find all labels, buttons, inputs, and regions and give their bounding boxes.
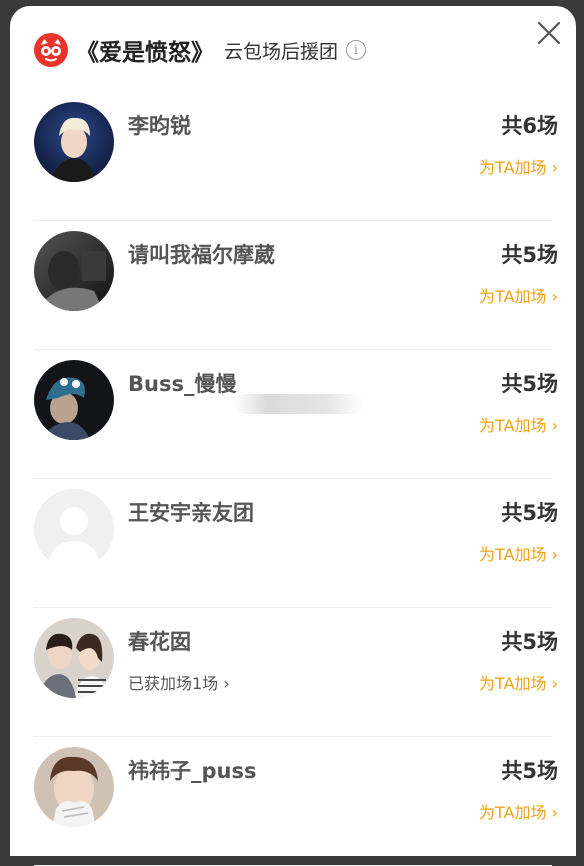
added-screenings-link[interactable]: 已获加场1场 ›: [128, 670, 230, 694]
add-screening-link[interactable]: 为TA加场 ›: [479, 541, 558, 565]
screening-count: 共5场: [501, 501, 558, 525]
close-icon[interactable]: [536, 20, 562, 46]
add-screening-link[interactable]: 为TA加场 ›: [479, 283, 558, 307]
screening-count: 共6场: [501, 114, 558, 138]
add-screening-link[interactable]: 为TA加场 ›: [479, 154, 558, 178]
list-item[interactable]: 春花囡 已获加场1场 › 共5场 为TA加场 ›: [10, 608, 576, 737]
avatar: [34, 102, 114, 182]
maoyan-cat-logo-icon: [34, 33, 68, 67]
film-title: 《爱是愤怒》: [76, 40, 214, 66]
screening-count: 共5场: [501, 759, 558, 783]
default-avatar: [34, 489, 114, 569]
supporter-name: 祎祎子_puss: [128, 759, 257, 783]
list-item[interactable]: 李昀锐 共6场 为TA加场 ›: [10, 92, 576, 221]
avatar: [34, 231, 114, 311]
list-item[interactable]: 王安宇亲友团 共5场 为TA加场 ›: [10, 479, 576, 608]
add-screening-link[interactable]: 为TA加场 ›: [479, 799, 558, 823]
avatar: [34, 747, 114, 827]
sheet-subtitle: 云包场后援团: [224, 40, 339, 63]
info-icon[interactable]: i: [346, 40, 367, 60]
supporters-sheet: 《爱是愤怒》 云包场后援团 i 李昀锐 共6场 为TA加场 › 请叫我福尔摩葳 …: [10, 6, 576, 866]
list-item[interactable]: Buss_慢慢 共5场 为TA加场 ›: [10, 350, 576, 479]
avatar: [34, 618, 114, 698]
supporter-name: 请叫我福尔摩葳: [128, 243, 275, 267]
screening-count: 共5场: [501, 243, 558, 267]
avatar: [34, 360, 114, 440]
list-item[interactable]: 请叫我福尔摩葳 共5场 为TA加场 ›: [10, 221, 576, 350]
sheet-title: 《爱是愤怒》 云包场后援团 i: [76, 34, 367, 66]
add-screening-link[interactable]: 为TA加场 ›: [479, 412, 558, 436]
supporter-name: 王安宇亲友团: [128, 501, 254, 525]
supporter-name: 李昀锐: [128, 114, 191, 138]
screening-count: 共5场: [501, 630, 558, 654]
add-screening-link[interactable]: 为TA加场 ›: [479, 670, 558, 694]
supporter-name: Buss_慢慢: [128, 372, 237, 396]
sheet-header: 《爱是愤怒》 云包场后援团 i: [10, 6, 576, 92]
supporter-name: 春花囡: [128, 630, 191, 654]
list-item[interactable]: 祎祎子_puss 共5场 为TA加场 ›: [10, 737, 576, 866]
blurred-region: [234, 394, 364, 414]
screening-count: 共5场: [501, 372, 558, 396]
